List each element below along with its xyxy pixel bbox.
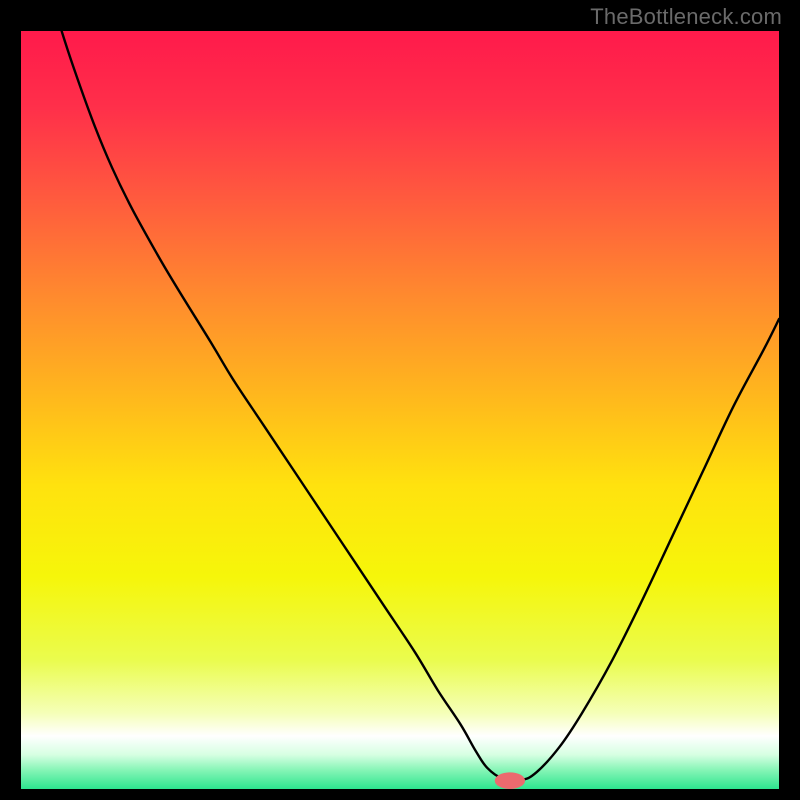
gradient-plot-svg xyxy=(21,31,779,789)
watermark-text: TheBottleneck.com xyxy=(590,4,782,30)
optimum-marker xyxy=(495,772,525,789)
gradient-background xyxy=(21,31,779,789)
chart-frame: TheBottleneck.com xyxy=(0,0,800,800)
plot-area xyxy=(21,31,779,789)
